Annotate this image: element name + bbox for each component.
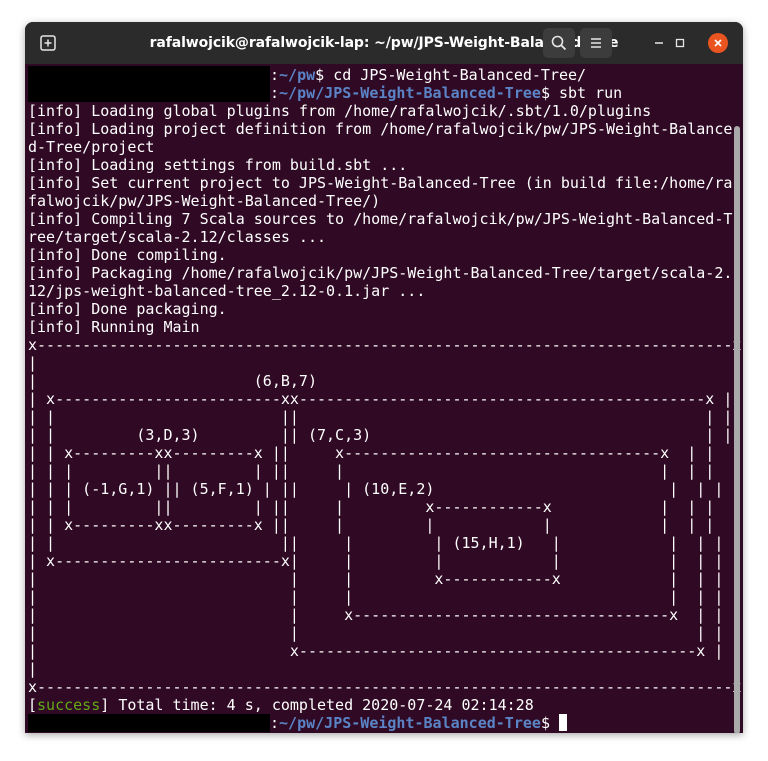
hamburger-menu-icon	[591, 38, 601, 48]
output-line: [info] Compiling 7 Scala sources to /hom…	[28, 210, 733, 228]
tree-line: | | | || | || | x------------x | | |	[28, 498, 715, 516]
output-line: ree/target/scala-2.12/classes ...	[28, 228, 327, 246]
output-line: [info] Packaging /home/rafalwojcik/pw/JP…	[28, 264, 733, 282]
command-text: sbt run	[559, 84, 623, 102]
maximize-button[interactable]	[670, 28, 690, 58]
prompt-separator: :	[270, 84, 280, 102]
tree-line: | | | || | || | | | |	[28, 462, 715, 480]
close-button[interactable]	[708, 33, 728, 53]
text-cursor	[559, 714, 567, 731]
output-line: [info] Done compiling.	[28, 246, 227, 264]
prompt-separator: :	[270, 714, 280, 732]
tree-line: | |	[28, 660, 742, 678]
prompt-separator: :	[270, 66, 280, 84]
tree-line: | |	[28, 354, 742, 372]
redacted-user-host	[28, 66, 270, 84]
menu-button[interactable]	[580, 28, 612, 58]
prompt-path: ~/pw/JPS-Weight-Balanced-Tree	[279, 84, 541, 102]
output-line: falwojcik/pw/JPS-Weight-Balanced-Tree/)	[28, 192, 381, 210]
prompt-line-final: :~/pw/JPS-Weight-Balanced-Tree$	[28, 714, 743, 732]
maximize-icon	[675, 38, 685, 48]
success-tag: success	[37, 696, 101, 714]
tree-line: | | | | | |	[28, 588, 724, 606]
new-tab-icon	[40, 35, 56, 51]
tree-line: | | || | |	[28, 408, 733, 426]
tree-line: | x-------------------------x| | | | | |…	[28, 552, 724, 570]
scrollbar[interactable]	[734, 126, 740, 733]
tree-line: | | | |	[28, 624, 724, 642]
output-line: d-Tree/project	[28, 138, 155, 156]
output-line: [info] Loading settings from build.sbt .…	[28, 156, 408, 174]
tree-line: | | | (-1,G,1) || (5,F,1) | || | (10,E,2…	[28, 480, 724, 498]
minimize-button[interactable]	[649, 28, 669, 58]
output-line: [info] Running Main	[28, 318, 200, 336]
terminal-output[interactable]: :~/pw$ cd JPS-Weight-Balanced-Tree/ :~/p…	[25, 64, 743, 733]
title-bar[interactable]: rafalwojcik@rafalwojcik-lap: ~/pw/JPS-We…	[25, 22, 743, 64]
success-message: Total time: 4 s, completed 2020-07-24 02…	[118, 696, 534, 714]
tree-line: x---------------------------------------…	[28, 678, 742, 696]
new-tab-button[interactable]	[33, 28, 63, 58]
prompt-suffix: $	[540, 714, 559, 732]
tree-line: | | || | | (15,H,1) | | | |	[28, 534, 724, 552]
output-line: [info] Loading global plugins from /home…	[28, 102, 652, 120]
prompt-path: ~/pw	[279, 66, 316, 84]
tree-line: | | x---------xx---------x || x---------…	[28, 444, 715, 462]
search-button[interactable]	[543, 28, 575, 58]
prompt-line-cd: :~/pw$ cd JPS-Weight-Balanced-Tree/	[28, 66, 743, 84]
terminal-window: rafalwojcik@rafalwojcik-lap: ~/pw/JPS-We…	[25, 22, 743, 733]
prompt-line-run: :~/pw/JPS-Weight-Balanced-Tree$ sbt run	[28, 84, 743, 102]
prompt-suffix: $	[540, 84, 559, 102]
output-line: 12/jps-weight-balanced-tree_2.12-0.1.jar…	[28, 282, 426, 300]
close-icon	[714, 39, 722, 47]
tree-line: | | x---------xx---------x || | | | | | …	[28, 516, 715, 534]
minimize-icon	[655, 42, 663, 44]
output-line: [info] Loading project definition from /…	[28, 120, 733, 138]
success-line: [success] Total time: 4 s, completed 202…	[28, 696, 534, 714]
tree-line: | x-------------------------xx----------…	[28, 390, 733, 408]
output-line: [info] Done packaging.	[28, 300, 227, 318]
redacted-user-host	[28, 714, 270, 732]
tree-line: | (6,B,7) |	[28, 372, 742, 390]
window-title: rafalwojcik@rafalwojcik-lap: ~/pw/JPS-We…	[149, 35, 619, 51]
tree-line: | | (3,D,3) || (7,C,3) | |	[28, 426, 733, 444]
tree-line: | x-------------------------------------…	[28, 642, 724, 660]
output-line: [info] Set current project to JPS-Weight…	[28, 174, 733, 192]
tree-line: | | x-----------------------------------…	[28, 606, 724, 624]
redacted-user-host	[28, 84, 270, 102]
search-icon	[551, 35, 567, 51]
command-text: cd JPS-Weight-Balanced-Tree/	[333, 66, 587, 84]
prompt-suffix: $	[315, 66, 334, 84]
tree-line: | | | x------------x | | |	[28, 570, 724, 588]
prompt-path: ~/pw/JPS-Weight-Balanced-Tree	[279, 714, 541, 732]
tree-line: x---------------------------------------…	[28, 336, 742, 354]
